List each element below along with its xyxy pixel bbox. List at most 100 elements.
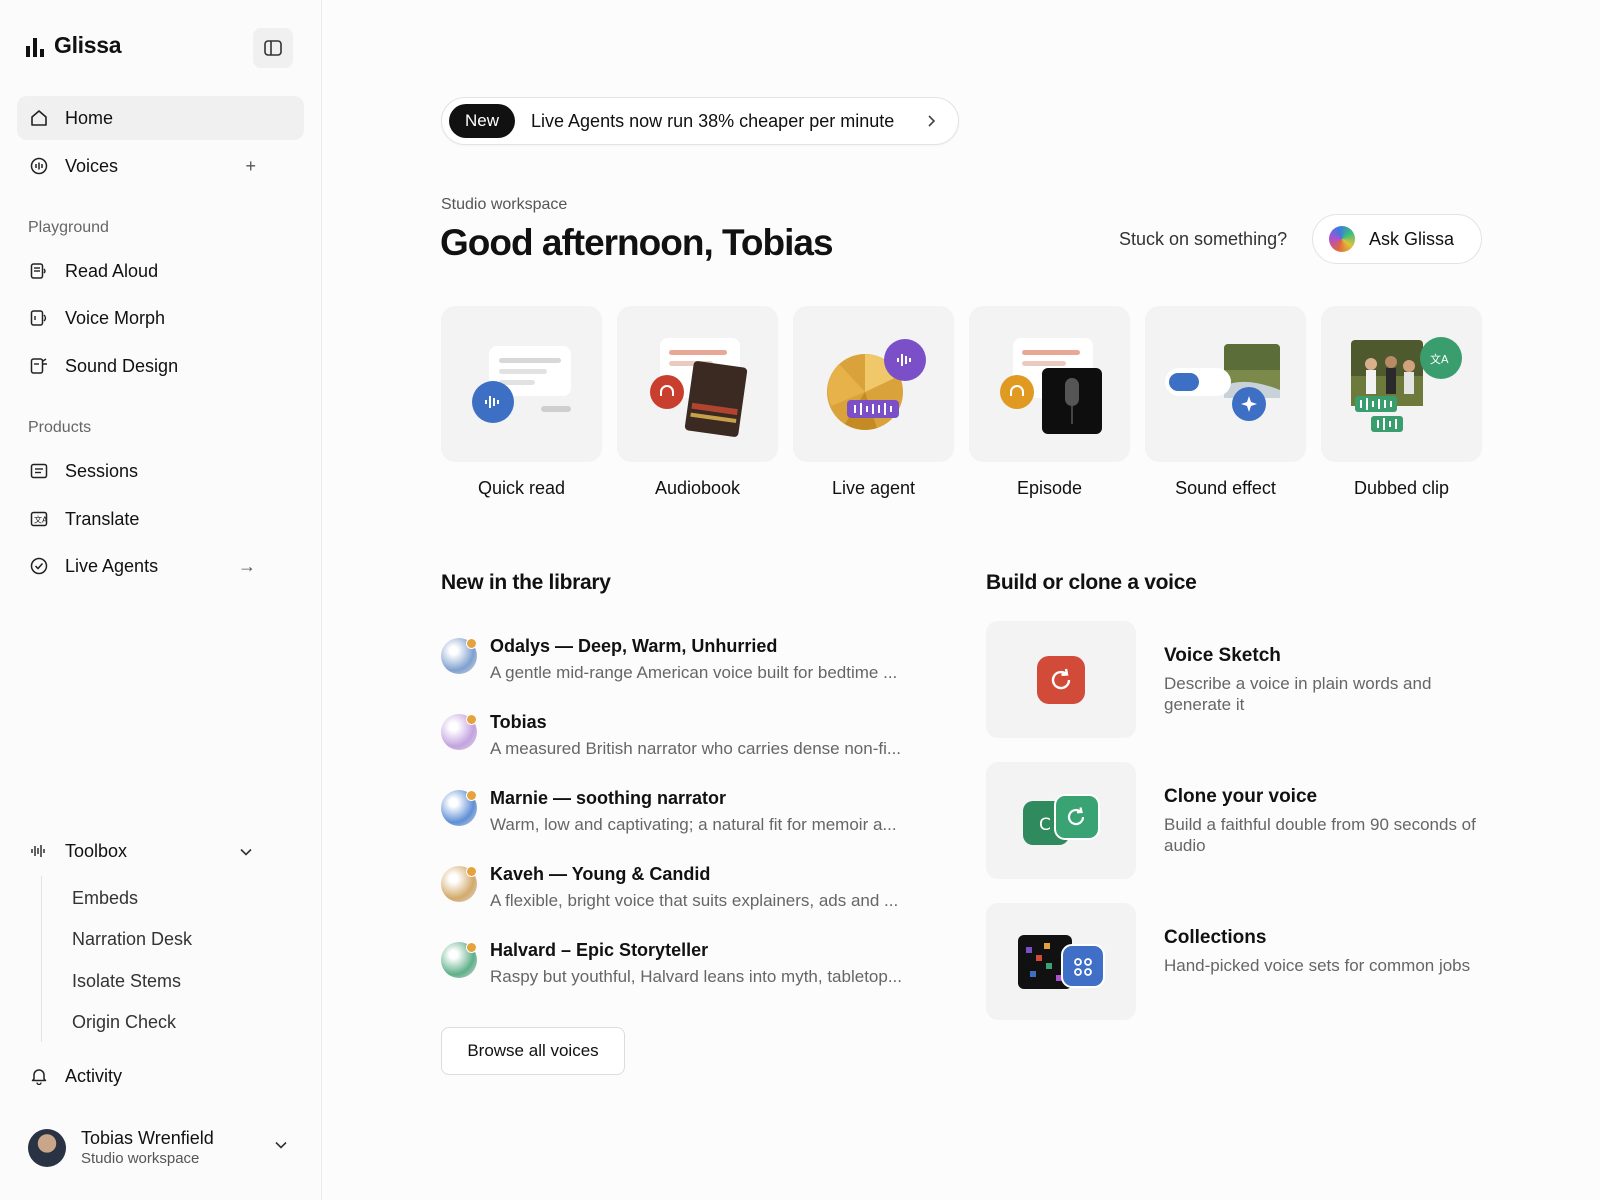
sidebar-item-label: Activity bbox=[65, 1065, 123, 1086]
announcement-banner[interactable]: New Live Agents now run 38% cheaper per … bbox=[441, 97, 959, 145]
sidebar-item-live-agents[interactable]: Live Agents → bbox=[17, 544, 304, 588]
collections-card[interactable] bbox=[986, 903, 1136, 1020]
assistant-orb-icon bbox=[1329, 226, 1355, 252]
live-agents-icon bbox=[29, 556, 49, 576]
sound-effect-illustration bbox=[1165, 344, 1280, 421]
new-badge: New bbox=[449, 104, 516, 138]
bars-logo-icon bbox=[26, 37, 44, 57]
sidebar-item-voices[interactable]: Voices + bbox=[17, 144, 304, 188]
voices-icon bbox=[29, 156, 49, 176]
toolbox-item-narration-desk[interactable]: Narration Desk bbox=[72, 929, 192, 950]
voice-avatar bbox=[441, 714, 477, 750]
voice-avatar bbox=[441, 638, 477, 674]
voice-name: Tobias bbox=[490, 712, 547, 732]
sidebar-toggle-icon bbox=[264, 40, 282, 56]
tile-dubbed-clip[interactable]: 文A bbox=[1321, 306, 1482, 462]
sidebar-item-toolbox[interactable]: Toolbox bbox=[17, 829, 304, 873]
sidebar-item-read-aloud[interactable]: Read Aloud bbox=[17, 249, 304, 293]
arrow-right-icon[interactable]: → bbox=[238, 556, 256, 577]
collections-title[interactable]: Collections bbox=[1164, 927, 1266, 949]
ask-glissa-button[interactable]: Ask Glissa bbox=[1312, 214, 1482, 264]
toolbox-item-embeds[interactable]: Embeds bbox=[72, 888, 138, 909]
tile-label: Dubbed clip bbox=[1353, 478, 1450, 498]
tile-live-agent[interactable] bbox=[793, 306, 954, 462]
brand-logo[interactable]: Glissa bbox=[26, 32, 122, 59]
brand-name: Glissa bbox=[54, 32, 122, 58]
voice-name: Halvard – Epic Storyteller bbox=[490, 940, 709, 960]
tile-label: Audiobook bbox=[654, 478, 741, 498]
browse-all-voices-button[interactable]: Browse all voices bbox=[441, 1027, 625, 1075]
collections-desc: Hand-picked voice sets for common jobs bbox=[1164, 956, 1471, 975]
user-menu[interactable]: Tobias Wrenfield Studio workspace bbox=[28, 1128, 214, 1167]
voice-avatar bbox=[441, 866, 477, 902]
episode-illustration bbox=[1000, 338, 1102, 434]
chevron-right-icon bbox=[926, 112, 938, 135]
voice-description: A flexible, bright voice that suits expl… bbox=[490, 891, 899, 910]
dubbed-clip-illustration: 文A bbox=[1351, 337, 1462, 432]
voice-name: Marnie — soothing narrator bbox=[490, 788, 727, 808]
svg-text:C: C bbox=[1039, 815, 1051, 835]
tile-quick-read[interactable] bbox=[441, 306, 602, 462]
tile-label: Episode bbox=[1016, 478, 1083, 498]
voice-morph-icon bbox=[29, 308, 49, 328]
library-section-title: New in the library bbox=[441, 571, 611, 594]
ask-glissa-label: Ask Glissa bbox=[1369, 228, 1455, 249]
sidebar-item-home[interactable]: Home bbox=[17, 96, 304, 140]
translate-icon: 文A bbox=[29, 509, 49, 529]
toolbox-item-isolate-stems[interactable]: Isolate Stems bbox=[72, 971, 181, 992]
build-section-title: Build or clone a voice bbox=[986, 571, 1197, 594]
sidebar-item-sessions[interactable]: Sessions bbox=[17, 449, 304, 493]
announcement-text: Live Agents now run 38% cheaper per minu… bbox=[531, 110, 895, 131]
sidebar-item-translate[interactable]: 文A Translate bbox=[17, 497, 304, 541]
add-voice-button[interactable]: + bbox=[245, 156, 256, 177]
sidebar-item-sound-design[interactable]: Sound Design bbox=[17, 344, 304, 388]
section-label-products: Products bbox=[28, 419, 92, 436]
sidebar-item-label: Toolbox bbox=[65, 840, 128, 861]
sound-design-icon bbox=[29, 356, 49, 376]
collapse-sidebar-button[interactable] bbox=[253, 28, 293, 68]
voice-sketch-card[interactable] bbox=[986, 621, 1136, 738]
voice-sketch-desc: Describe a voice in plain words and gene… bbox=[1164, 674, 1432, 714]
tile-sound-effect[interactable] bbox=[1145, 306, 1306, 462]
sidebar-item-voice-morph[interactable]: Voice Morph bbox=[17, 296, 304, 340]
bell-icon bbox=[29, 1066, 49, 1086]
sidebar-item-label: Live Agents bbox=[65, 555, 159, 576]
refresh-icon bbox=[1037, 655, 1085, 704]
live-agent-illustration bbox=[827, 339, 926, 430]
clone-voice-card[interactable]: C bbox=[986, 762, 1136, 879]
sidebar-item-label: Home bbox=[65, 107, 114, 128]
clone-voice-title[interactable]: Clone your voice bbox=[1164, 786, 1317, 808]
voice-name: Odalys — Deep, Warm, Unhurried bbox=[490, 636, 778, 656]
tile-label: Live agent bbox=[831, 478, 916, 498]
main-content: New Live Agents now run 38% cheaper per … bbox=[322, 0, 1600, 1200]
user-name: Tobias Wrenfield bbox=[81, 1128, 214, 1148]
chevron-down-icon[interactable] bbox=[274, 1138, 288, 1157]
grid-icon bbox=[1018, 934, 1105, 989]
waveform-icon bbox=[29, 841, 49, 861]
voice-description: Warm, low and captivating; a natural fit… bbox=[490, 815, 897, 834]
sidebar-item-label: Sound Design bbox=[65, 355, 179, 376]
page-title: Good afternoon, Tobias bbox=[440, 222, 834, 263]
quick-read-illustration bbox=[472, 346, 571, 423]
user-workspace: Studio workspace bbox=[81, 1150, 200, 1167]
voice-sketch-title[interactable]: Voice Sketch bbox=[1164, 645, 1281, 667]
sidebar-item-label: Voice Morph bbox=[65, 307, 166, 328]
sidebar-item-label: Read Aloud bbox=[65, 260, 159, 281]
svg-text:文A: 文A bbox=[1430, 352, 1449, 366]
home-icon bbox=[29, 108, 49, 128]
avatar bbox=[28, 1128, 66, 1167]
voice-avatar bbox=[441, 790, 477, 826]
voice-description: Raspy but youthful, Halvard leans into m… bbox=[490, 967, 903, 986]
chevron-down-icon[interactable] bbox=[239, 843, 253, 864]
sidebar-item-activity[interactable]: Activity bbox=[17, 1054, 304, 1098]
tile-audiobook[interactable] bbox=[617, 306, 778, 462]
voice-description: A gentle mid-range American voice built … bbox=[490, 663, 898, 682]
read-aloud-icon bbox=[29, 261, 49, 281]
toolbox-rail bbox=[41, 876, 42, 1042]
toolbox-item-origin-check[interactable]: Origin Check bbox=[72, 1012, 176, 1033]
voice-name: Kaveh — Young & Candid bbox=[490, 864, 711, 884]
clone-icon: C bbox=[1023, 793, 1100, 845]
help-prompt: Stuck on something? bbox=[1119, 229, 1288, 249]
sessions-icon bbox=[29, 461, 49, 481]
tile-episode[interactable] bbox=[969, 306, 1130, 462]
